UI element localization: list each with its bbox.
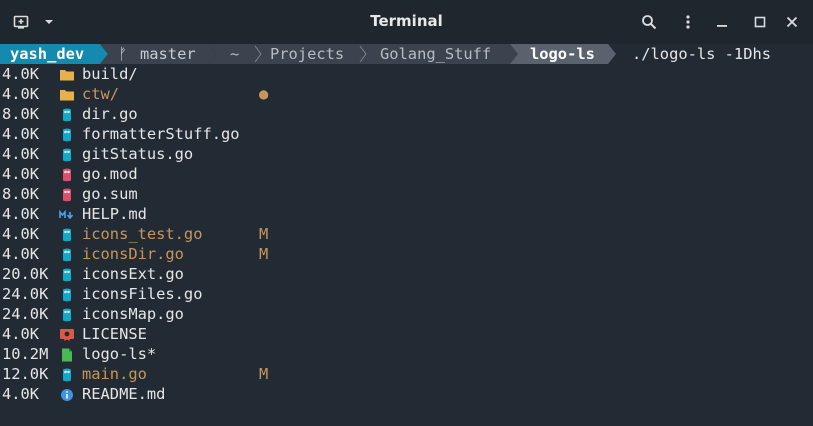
shell-prompt: yash_dev ᚠ master ~ Projects Golang_Stuf… xyxy=(0,44,813,64)
prompt-path-home: ~ xyxy=(230,45,240,63)
file-row: 8.0K go.sum xyxy=(0,184,813,204)
file-size: 4.0K xyxy=(2,385,40,403)
file-size: 4.0K xyxy=(2,145,40,163)
file-name: icons_test.go xyxy=(82,225,203,243)
file-row: 10.2M logo-ls* xyxy=(0,344,813,364)
minimize-button[interactable] xyxy=(710,0,734,44)
file-size: 4.0K xyxy=(2,205,40,223)
go-gopher-icon xyxy=(59,267,75,282)
go-gopher-icon xyxy=(59,127,75,142)
go-gopher-icon xyxy=(59,367,75,382)
file-size: 8.0K xyxy=(2,185,40,203)
git-status-marker: M xyxy=(259,245,269,263)
file-name: iconsDir.go xyxy=(82,245,184,263)
file-row: 4.0K go.mod xyxy=(0,164,813,184)
file-size: 4.0K xyxy=(2,245,40,263)
file-row: 4.0K README.md xyxy=(0,384,813,404)
file-name: ctw/ xyxy=(82,85,120,103)
terminal-output[interactable]: yash_dev ᚠ master ~ Projects Golang_Stuf… xyxy=(0,44,813,426)
file-row: 4.0K ctw/ ● xyxy=(0,84,813,104)
prompt-cwd: logo-ls xyxy=(530,45,595,63)
close-icon xyxy=(786,16,798,28)
file-row: 24.0K iconsMap.go xyxy=(0,304,813,324)
file-name: build/ xyxy=(82,65,138,83)
file-name: gitStatus.go xyxy=(82,145,194,163)
close-button[interactable] xyxy=(780,0,804,44)
file-row: 4.0K formatterStuff.go xyxy=(0,124,813,144)
markdown-icon xyxy=(59,207,75,221)
title-bar: Terminal xyxy=(0,0,813,44)
go-gopher-icon xyxy=(59,107,75,122)
info-icon xyxy=(59,387,75,401)
go-mod-icon xyxy=(59,187,75,202)
go-gopher-icon xyxy=(59,247,75,262)
maximize-icon xyxy=(754,16,766,28)
go-gopher-icon xyxy=(59,147,75,162)
file-row: 8.0K dir.go xyxy=(0,104,813,124)
file-row: 4.0K LICENSE xyxy=(0,324,813,344)
more-vertical-icon xyxy=(686,15,690,29)
file-size: 24.0K xyxy=(2,285,49,303)
folder-icon xyxy=(59,87,75,101)
maximize-button[interactable] xyxy=(748,0,772,44)
go-gopher-icon xyxy=(59,307,75,322)
go-gopher-icon xyxy=(59,227,75,242)
prompt-path-segment: Golang_Stuff xyxy=(380,45,492,63)
file-name: HELP.md xyxy=(82,205,147,223)
file-row: 12.0K main.go M xyxy=(0,364,813,384)
file-name: iconsFiles.go xyxy=(82,285,203,303)
file-name: README.md xyxy=(82,385,166,403)
go-mod-icon xyxy=(59,167,75,182)
executable-file-icon xyxy=(59,347,75,362)
file-size: 4.0K xyxy=(2,325,40,343)
file-name: go.sum xyxy=(82,185,138,203)
file-size: 4.0K xyxy=(2,85,40,103)
prompt-user: yash_dev xyxy=(10,45,85,63)
file-size: 4.0K xyxy=(2,125,40,143)
file-name: dir.go xyxy=(82,105,138,123)
git-status-marker: ● xyxy=(259,85,269,103)
prompt-command: ./logo-ls -1Dhs xyxy=(632,45,771,63)
file-name: iconsExt.go xyxy=(82,265,184,283)
file-size: 4.0K xyxy=(2,165,40,183)
file-row: 4.0K gitStatus.go xyxy=(0,144,813,164)
file-row: 24.0K iconsFiles.go xyxy=(0,284,813,304)
file-size: 8.0K xyxy=(2,105,40,123)
file-name: go.mod xyxy=(82,165,138,183)
file-size: 4.0K xyxy=(2,65,40,83)
file-size: 4.0K xyxy=(2,225,40,243)
search-icon xyxy=(642,15,657,30)
prompt-path-segment: Projects xyxy=(270,45,345,63)
git-status-marker: M xyxy=(259,225,269,243)
file-size: 20.0K xyxy=(2,265,49,283)
file-size: 24.0K xyxy=(2,305,49,323)
file-row: 4.0K icons_test.go M xyxy=(0,224,813,244)
file-name: logo-ls* xyxy=(82,345,157,363)
more-options-button[interactable] xyxy=(676,0,700,44)
file-row: 4.0K build/ xyxy=(0,64,813,84)
file-name: iconsMap.go xyxy=(82,305,184,323)
file-name: main.go xyxy=(82,365,147,383)
go-gopher-icon xyxy=(59,287,75,302)
file-name: LICENSE xyxy=(82,325,147,343)
file-name: formatterStuff.go xyxy=(82,125,240,143)
folder-icon xyxy=(59,67,75,81)
prompt-branch-symbol: ᚠ xyxy=(118,45,128,63)
search-button[interactable] xyxy=(636,0,662,44)
prompt-branch: master xyxy=(140,45,196,63)
file-size: 12.0K xyxy=(2,365,49,383)
file-row: 4.0K HELP.md xyxy=(0,204,813,224)
license-icon xyxy=(59,327,75,341)
file-size: 10.2M xyxy=(2,345,49,363)
git-status-marker: M xyxy=(259,365,269,383)
file-row: 20.0K iconsExt.go xyxy=(0,264,813,284)
minimize-icon xyxy=(717,25,727,27)
file-row: 4.0K iconsDir.go M xyxy=(0,244,813,264)
